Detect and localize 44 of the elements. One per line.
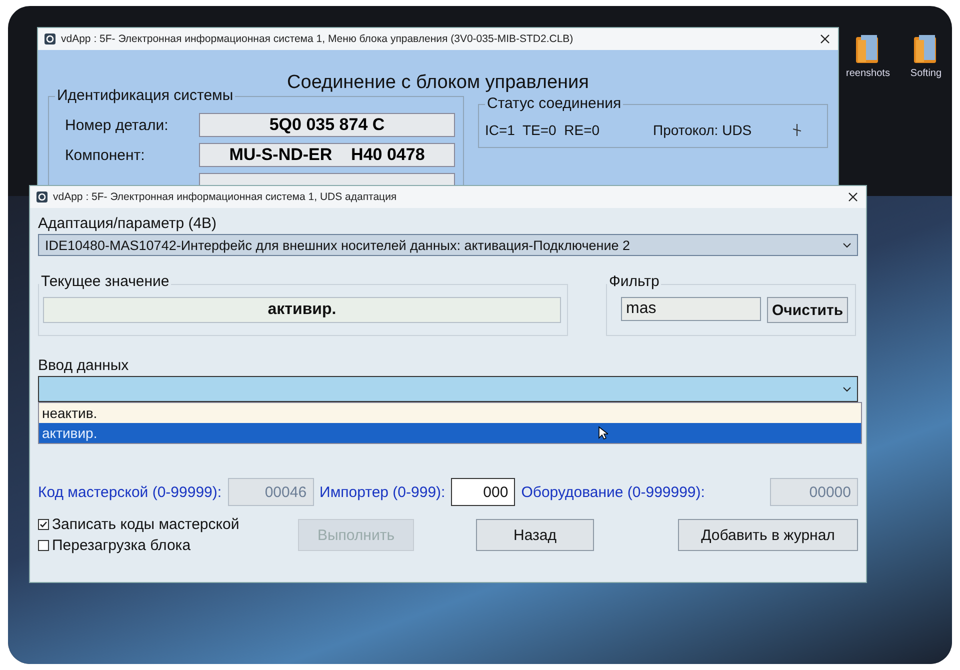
- data-input-dropdown[interactable]: [38, 376, 858, 402]
- folder-icon[interactable]: [855, 34, 881, 64]
- action-button[interactable]: Назад: [476, 519, 594, 551]
- window-heading: Соединение с блоком управления: [286, 72, 590, 94]
- app-icon: [36, 191, 48, 203]
- field-label: Компонент:: [64, 146, 146, 164]
- desktop-icon-label[interactable]: Softing: [910, 68, 942, 79]
- checkbox-label[interactable]: Записать коды мастерской: [52, 516, 240, 533]
- group-title: Статус соединения: [485, 95, 624, 113]
- field-value: 5Q0 035 874 C: [199, 113, 455, 137]
- parameter-dropdown[interactable]: IDE10480-MAS10742-Интерфейс для внешних носителей данных: активация-Подключение 2: [38, 234, 858, 256]
- group-title: Текущее значение: [39, 273, 172, 291]
- field-value: MU-S-ND-ER H40 0478: [199, 143, 455, 167]
- caret-icon: [843, 386, 851, 392]
- activity-icon: [793, 124, 801, 136]
- mouse-cursor-icon: [598, 426, 608, 440]
- window-title: vdApp : 5F- Электронная информационная система 1, Меню блока управления (3V0-035-MIB-STD2.CLB): [61, 33, 574, 45]
- dropdown-option[interactable]: неактив.: [39, 403, 861, 423]
- caret-icon: [843, 242, 851, 248]
- desktop-icon-label[interactable]: reenshots: [846, 68, 890, 79]
- group-title: Идентификация системы: [55, 87, 236, 105]
- group-title: Фильтр: [607, 273, 662, 291]
- section-label: Адаптация/параметр (4B): [38, 214, 218, 234]
- app-icon: [44, 33, 56, 45]
- filter-input[interactable]: mas: [621, 297, 761, 321]
- current-value-field: активир.: [43, 297, 561, 323]
- code-label: Импортер (0-999):: [320, 484, 446, 500]
- folder-icon[interactable]: [913, 34, 939, 64]
- dropdown-option[interactable]: активир.: [39, 423, 861, 443]
- checkbox[interactable]: [38, 540, 49, 551]
- protocol-text: Протокол: UDS: [653, 122, 753, 138]
- field-label: Номер детали:: [64, 116, 170, 134]
- code-label: Оборудование (0-999999):: [521, 484, 705, 500]
- checkbox[interactable]: [38, 519, 49, 530]
- code-input[interactable]: 000: [451, 478, 516, 506]
- close-icon[interactable]: [848, 192, 858, 202]
- code-label: Код мастерской (0-99999):: [38, 484, 222, 500]
- clear-button[interactable]: Очистить: [767, 297, 848, 323]
- action-button[interactable]: Добавить в журнал: [678, 519, 858, 551]
- close-icon[interactable]: [820, 34, 830, 44]
- checkbox-label[interactable]: Перезагрузка блока: [52, 537, 191, 554]
- window-title: vdApp : 5F- Электронная информационная система 1, UDS адаптация: [53, 191, 398, 203]
- section-label: Ввод данных: [38, 356, 130, 376]
- status-counters: IC=1 TE=0 RE=0: [485, 122, 601, 138]
